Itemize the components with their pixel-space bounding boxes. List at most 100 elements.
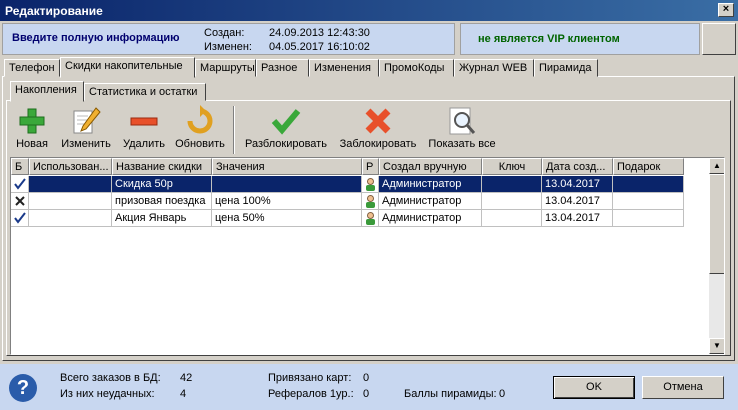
delete-label: Удалить [123,138,165,150]
col-header-used[interactable]: Использован... [29,158,112,175]
cell-used [29,210,112,227]
cell-name: Акция Январь [112,210,212,227]
cell-used [29,176,112,193]
cell-date: 13.04.2017 [542,210,613,227]
modified-value: 04.05.2017 16:10:02 [269,41,370,53]
refresh-label: Обновить [175,138,225,150]
block-label: Заблокировать [339,138,417,150]
tab-changes[interactable]: Изменения [309,59,379,77]
tab-promocodes[interactable]: ПромоКоды [379,59,454,77]
show-all-label: Показать все [428,138,496,150]
table-row[interactable]: призовая поездка цена 100% Администратор… [11,193,684,210]
col-header-key[interactable]: Ключ [482,158,542,175]
col-header-b[interactable]: Б [11,158,29,175]
cell-creator: Администратор [379,176,482,193]
cell-gift [613,176,684,193]
new-button[interactable]: Новая [12,105,52,150]
cell-used [29,193,112,210]
pyramid-points-label: Баллы пирамиды: [404,388,497,400]
toolbar-separator [233,106,235,154]
user-icon [362,193,379,210]
cell-date: 13.04.2017 [542,193,613,210]
cell-key [482,176,542,193]
cards-value: 0 [363,372,370,384]
info-prompt: Введите полную информацию [12,32,180,44]
cell-creator: Администратор [379,193,482,210]
plus-icon [19,108,45,134]
vertical-scrollbar[interactable]: ▲ ▼ [709,158,724,354]
total-orders-label: Всего заказов в БД: [60,372,161,384]
cross-icon [365,108,391,134]
footer: ? Всего заказов в БД: 42 Из них неудачны… [0,364,738,410]
cell-key [482,210,542,227]
col-header-name[interactable]: Название скидки [112,158,212,175]
unblock-label: Разблокировать [245,138,327,150]
failed-orders-label: Из них неудачных: [60,388,155,400]
title-bar: Редактирование × [0,0,738,21]
tab-web-log[interactable]: Журнал WEB [454,59,534,77]
magnifier-icon [449,107,476,135]
modified-label: Изменен: [204,41,252,53]
col-header-r[interactable]: Р [362,158,379,175]
refresh-button[interactable]: Обновить [172,105,228,150]
cell-value: цена 50% [212,210,362,227]
scroll-thumb[interactable] [709,174,724,274]
vip-status: не является VIP клиентом [478,33,620,45]
block-button[interactable]: Заблокировать [338,105,418,150]
cell-date: 13.04.2017 [542,176,613,193]
scroll-up-icon[interactable]: ▲ [709,158,724,174]
row-status-check-icon [11,210,29,227]
delete-button[interactable]: Удалить [118,105,170,150]
subtab-statistics[interactable]: Статистика и остатки [84,83,206,101]
table-row[interactable]: Акция Январь цена 50% Администратор 13.0… [11,210,684,227]
referrals-value: 0 [363,388,370,400]
user-icon [362,210,379,227]
cell-value [212,176,362,193]
total-orders-value: 42 [180,372,193,384]
cell-gift [613,193,684,210]
row-status-cross-icon [11,193,29,210]
minus-icon [130,117,158,126]
ok-button[interactable]: OK [553,376,635,399]
new-label: Новая [16,138,48,150]
unblock-button[interactable]: Разблокировать [242,105,330,150]
cards-label: Привязано карт: [268,372,352,384]
cell-gift [613,210,684,227]
tab-phone[interactable]: Телефон [4,59,60,77]
tab-discounts[interactable]: Скидки накопительные [60,57,195,78]
col-header-date[interactable]: Дата созд... [542,158,613,175]
info-panel: Введите полную информацию Создан: 24.09.… [2,23,455,55]
vip-status-panel: не является VIP клиентом [460,23,700,55]
header: Введите полную информацию Создан: 24.09.… [0,21,738,57]
close-button[interactable]: × [718,3,734,17]
edit-label: Изменить [61,138,111,150]
col-header-creator[interactable]: Создал вручную [379,158,482,175]
pyramid-points-value: 0 [499,388,506,400]
cell-value: цена 100% [212,193,362,210]
checkmark-icon [271,109,301,135]
failed-orders-value: 4 [180,388,187,400]
created-value: 24.09.2013 12:43:30 [269,27,370,39]
cell-creator: Администратор [379,210,482,227]
cell-name: Скидка 50р [112,176,212,193]
cancel-button[interactable]: Отмена [642,376,724,399]
tab-routes[interactable]: Маршруты [195,59,256,77]
edit-icon [73,107,101,134]
header-button[interactable] [702,23,736,55]
tab-pyramid[interactable]: Пирамида [534,59,598,77]
edit-button[interactable]: Изменить [56,105,116,150]
col-header-gift[interactable]: Подарок [613,158,684,175]
show-all-button[interactable]: Показать все [426,105,498,150]
scroll-down-icon[interactable]: ▼ [709,338,724,354]
row-status-check-icon [11,176,29,193]
referrals-label: Рефералов 1ур.: [268,388,354,400]
table-row[interactable]: Скидка 50р Администратор 13.04.2017 [11,176,684,193]
cell-key [482,193,542,210]
help-icon[interactable]: ? [9,374,37,402]
refresh-icon [187,105,213,134]
tab-misc[interactable]: Разное [256,59,309,77]
window-title: Редактирование [5,4,103,18]
subtab-accumulations[interactable]: Накопления [10,81,84,102]
discounts-grid[interactable]: Б Использован... Название скидки Значени… [10,157,725,355]
col-header-values[interactable]: Значения [212,158,362,175]
